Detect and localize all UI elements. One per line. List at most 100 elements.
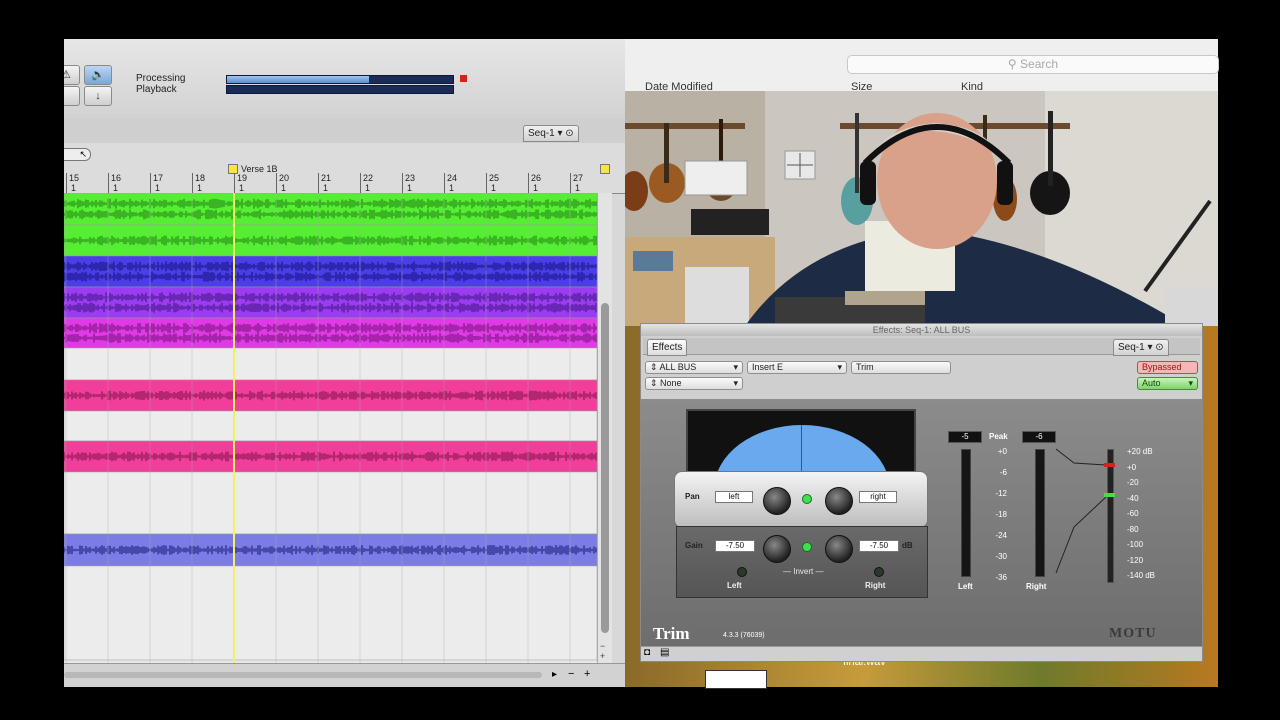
transport-button[interactable] <box>64 86 80 106</box>
transport-button-2[interactable]: ↓ <box>84 86 112 106</box>
pan-left-knob[interactable] <box>763 487 791 515</box>
ruler-bar-number: 21 <box>321 173 332 183</box>
invert-left-led[interactable] <box>737 567 747 577</box>
track-region[interactable] <box>64 347 597 381</box>
tracks-canvas[interactable] <box>64 193 597 663</box>
empty-track-lane[interactable] <box>64 471 597 535</box>
gain-left-knob[interactable] <box>763 535 791 563</box>
desktop-file-icon[interactable] <box>705 670 767 689</box>
search-input[interactable]: ⚲ Search <box>847 55 1219 74</box>
preset-select[interactable]: ⇕ None ▾ <box>645 377 743 390</box>
peak-left-readout: -5 <box>948 431 982 443</box>
ruler-beat-number: 1 <box>239 183 245 193</box>
track-region[interactable] <box>64 410 597 442</box>
ruler-bar-number: 24 <box>447 173 458 183</box>
gain-right-knob[interactable] <box>825 535 853 563</box>
invert-right-led[interactable] <box>874 567 884 577</box>
camera-icon[interactable]: ◘ <box>644 647 650 658</box>
ruler-beat-number: 1 <box>491 183 497 193</box>
ruler-bar-number: 18 <box>195 173 206 183</box>
audio-track-lane[interactable] <box>64 533 597 567</box>
play-arrow-icon[interactable]: ▸ <box>552 669 557 680</box>
horizontal-scrollbar[interactable] <box>64 672 542 678</box>
cursor-tool-icon[interactable]: ↖ <box>64 148 91 161</box>
clip-indicator <box>460 75 467 82</box>
ruler-beat-number: 1 <box>449 183 455 193</box>
ruler-bar-number: 19 <box>237 173 248 183</box>
sequence-bar: Seq-1 ▾ ⊙ <box>64 119 625 144</box>
ruler-beat-number: 1 <box>407 183 413 193</box>
fader-scale-label: -100 <box>1127 540 1144 549</box>
pan-right-knob[interactable] <box>825 487 853 515</box>
empty-track-lane[interactable] <box>64 347 597 381</box>
zoom-out-icon[interactable]: − <box>568 668 574 680</box>
track-region[interactable] <box>64 565 597 661</box>
finder-window-header: ⚲ Search Date Modified Size Kind <box>625 39 1219 93</box>
track-area[interactable] <box>64 193 597 663</box>
empty-track-lane[interactable] <box>64 410 597 442</box>
track-region[interactable] <box>64 471 597 535</box>
speaker-button[interactable]: 🔈 <box>84 65 112 85</box>
meter-scale-label: -24 <box>995 531 1007 540</box>
audio-track-lane[interactable] <box>64 379 597 412</box>
pan-right-field[interactable]: right <box>859 491 897 503</box>
gain-link-led[interactable] <box>802 542 812 552</box>
automation-select[interactable]: Auto ▾ <box>1137 377 1198 390</box>
trim-fader-track[interactable] <box>1107 449 1114 583</box>
ruler-bar-line <box>444 173 445 193</box>
effects-window-title: Effects: Seq-1: ALL BUS <box>641 324 1202 336</box>
playhead-cursor[interactable] <box>233 193 235 663</box>
track-region[interactable] <box>64 193 597 226</box>
fader-peak-handle[interactable] <box>1104 463 1115 467</box>
empty-track-lane[interactable] <box>64 565 597 661</box>
pan-link-led[interactable] <box>802 494 812 504</box>
sequence-tab[interactable]: Seq-1 ▾ ⊙ <box>523 125 579 142</box>
ruler-bar-number: 16 <box>111 173 122 183</box>
gain-left-field[interactable]: -7.50 <box>715 540 755 552</box>
ruler-beat-number: 1 <box>113 183 119 193</box>
daw-window: ⚠ 🔈 ↓ Processing Playback Seq-1 ▾ ⊙ ↖ Ve… <box>64 39 625 687</box>
audio-track-lane[interactable] <box>64 317 597 349</box>
phase-scope-disc <box>714 425 890 473</box>
plugin-name: Trim <box>653 624 690 643</box>
scroll-thumb[interactable] <box>601 303 609 633</box>
effects-sequence-tab[interactable]: Seq-1 ▾ ⊙ <box>1113 339 1169 356</box>
audio-track-lane[interactable] <box>64 224 597 257</box>
ruler-bar-line <box>234 173 235 193</box>
ruler-bar-line <box>150 173 151 193</box>
audio-track-lane[interactable] <box>64 440 597 473</box>
track-region[interactable] <box>64 255 597 288</box>
chevron-down-icon: ▾ <box>1188 378 1193 388</box>
plugin-name-field[interactable]: Trim <box>851 361 951 374</box>
bus-select[interactable]: ⇕ ALL BUS ▾ <box>645 361 743 374</box>
ruler-bar-number: 27 <box>573 173 584 183</box>
zoom-minus-icon[interactable]: − <box>600 641 605 651</box>
effects-window: Effects: Seq-1: ALL BUS Effects Seq-1 ▾ … <box>640 323 1203 662</box>
preset-icon[interactable]: ▤ <box>660 647 669 658</box>
audio-track-lane[interactable] <box>64 193 597 226</box>
meter-scale-label: -30 <box>995 552 1007 561</box>
trim-fader-handle[interactable] <box>1104 493 1115 497</box>
processing-meter <box>226 75 454 84</box>
pan-left-field[interactable]: left <box>715 491 753 503</box>
audio-track-lane[interactable] <box>64 255 597 288</box>
zoom-plus-icon[interactable]: + <box>600 651 605 661</box>
alert-button[interactable]: ⚠ <box>64 65 80 85</box>
vertical-scrollbar[interactable]: − + <box>597 193 612 663</box>
insert-select-value: Insert E <box>752 362 784 372</box>
fader-scale-label: -120 <box>1127 555 1144 565</box>
tab-effects[interactable]: Effects <box>647 339 688 356</box>
bottom-bar: ▸ − + <box>64 663 625 687</box>
track-region[interactable] <box>64 317 597 349</box>
ruler-beat-number: 1 <box>197 183 203 193</box>
bypassed-button[interactable]: Bypassed <box>1137 361 1198 374</box>
zoom-in-icon[interactable]: + <box>584 668 590 680</box>
ruler-bar-line <box>108 173 109 193</box>
ruler-bar-number: 23 <box>405 173 416 183</box>
audio-track-lane[interactable] <box>64 286 597 319</box>
gain-right-field[interactable]: -7.50 <box>859 540 899 552</box>
track-region[interactable] <box>64 286 597 319</box>
ruler-bar-line <box>66 173 67 193</box>
insert-select[interactable]: Insert E ▾ <box>747 361 847 374</box>
ruler-beat-number: 1 <box>323 183 329 193</box>
